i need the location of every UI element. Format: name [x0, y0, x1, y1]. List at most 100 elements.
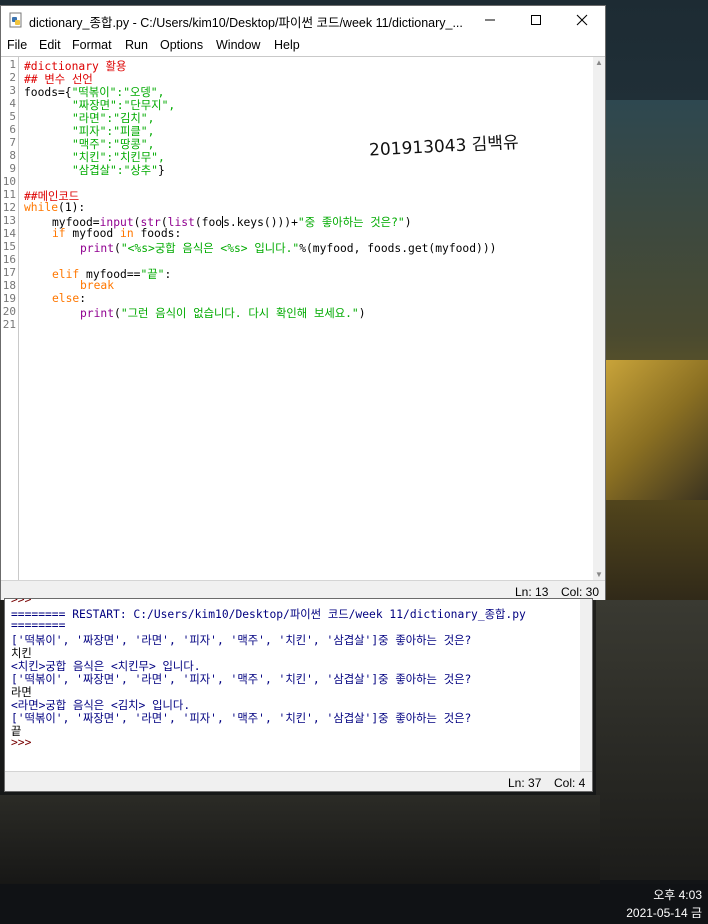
string-literal: "끝" — [140, 268, 165, 281]
code-line-12: while(1): — [24, 201, 85, 214]
maximize-icon — [531, 15, 541, 25]
code-text: foods: — [133, 227, 182, 240]
line-number: 10 — [2, 175, 16, 188]
string-literal: "삼겹살":"상추" — [72, 164, 158, 177]
close-icon — [576, 14, 588, 26]
shell-window[interactable]: >>> ======== RESTART: C:/Users/kim10/Des… — [4, 598, 593, 792]
close-button[interactable] — [559, 6, 605, 34]
code-text: (foo — [194, 216, 223, 229]
cursor-line: Ln: 13 — [515, 585, 549, 599]
line-number: 9 — [9, 162, 16, 175]
code-text: %(myfood, foods.get(myfood))) — [299, 242, 497, 255]
code-text: s.keys()))+ — [223, 216, 298, 229]
handwritten-signature: 201913043 김백유 — [369, 133, 520, 161]
editor-vertical-scrollbar[interactable]: ▲ ▼ — [593, 57, 605, 581]
line-number: 19 — [2, 292, 16, 305]
line-number: 11 — [2, 188, 16, 201]
menu-bar: File Edit Format Run Options Window Help — [1, 36, 605, 56]
code-text: myfood — [65, 227, 121, 240]
code-line-19: else: — [52, 292, 86, 305]
menu-format[interactable]: Format — [72, 38, 112, 52]
code-editor[interactable]: 1 2 3 4 5 6 7 8 9 10 11 12 13 14 15 16 1… — [1, 56, 605, 581]
keyword: if — [52, 227, 66, 240]
keyword: in — [120, 227, 134, 240]
code-line-14: if myfood in foods: — [52, 227, 181, 240]
code-text: : — [79, 292, 87, 305]
menu-edit[interactable]: Edit — [39, 38, 61, 52]
shell-prompt: >>> — [11, 599, 32, 606]
scroll-up-icon[interactable]: ▲ — [593, 57, 605, 69]
line-number: 16 — [2, 253, 16, 266]
line-number: 6 — [9, 123, 16, 136]
line-number: 8 — [9, 149, 16, 162]
line-number: 18 — [2, 279, 16, 292]
window-title: dictionary_종합.py - C:/Users/kim10/Deskto… — [29, 16, 463, 30]
shell-output[interactable]: >>> ======== RESTART: C:/Users/kim10/Des… — [11, 599, 571, 769]
minimize-icon — [485, 19, 495, 21]
maximize-button[interactable] — [513, 6, 559, 34]
minimize-button[interactable] — [467, 6, 513, 34]
editor-window: dictionary_종합.py - C:/Users/kim10/Deskto… — [0, 5, 606, 600]
string-literal: "<%s>궁합 음식은 <%s> 입니다." — [120, 242, 300, 255]
shell-line: ======== RESTART: C:/Users/kim10/Desktop… — [11, 608, 526, 621]
wallpaper-machine — [605, 360, 708, 500]
code-text: foods={ — [24, 86, 72, 99]
shell-line: ======== — [11, 619, 66, 632]
line-number: 17 — [2, 266, 16, 279]
line-number: 4 — [9, 97, 16, 110]
editor-titlebar[interactable]: dictionary_종합.py - C:/Users/kim10/Deskto… — [1, 6, 605, 34]
string-literal: "그런 음식이 없습니다. 다시 확인해 보세요." — [120, 307, 359, 320]
builtin: print — [80, 307, 115, 320]
shell-cursor-line: Ln: 37 — [508, 776, 542, 790]
code-text: ) — [358, 307, 366, 320]
line-number: 1 — [9, 58, 16, 71]
builtin: print — [80, 242, 115, 255]
code-text: } — [157, 164, 165, 177]
cursor-col: Col: 30 — [561, 585, 600, 599]
line-number: 21 — [2, 318, 16, 331]
keyword: break — [80, 279, 115, 292]
editor-status-bar: Ln: 13 Col: 30 — [1, 580, 605, 600]
code-line-18: break — [80, 279, 114, 292]
line-number: 7 — [9, 136, 16, 149]
clock-date: 2021-05-14 금 — [626, 906, 702, 920]
string-literal: "중 좋아하는 것은?" — [297, 216, 405, 229]
code-line-20: print("그런 음식이 없습니다. 다시 확인해 보세요.") — [80, 305, 366, 321]
code-line-15: print("<%s>궁합 음식은 <%s> 입니다."%(myfood, fo… — [80, 240, 496, 256]
keyword: while — [24, 201, 59, 214]
shell-line: ['떡볶이', '짜장면', '라면', '피자', '맥주', '치킨', '… — [11, 712, 472, 725]
line-number: 12 — [2, 201, 16, 214]
shell-status-bar: Ln: 37 Col: 4 — [5, 771, 592, 791]
code-line-9: "삼겹살":"상추"} — [72, 162, 165, 178]
line-number-gutter: 1 2 3 4 5 6 7 8 9 10 11 12 13 14 15 16 1… — [1, 57, 19, 581]
code-text: ( — [114, 307, 121, 320]
line-number: 5 — [9, 110, 16, 123]
code-text: ( — [114, 242, 121, 255]
line-number: 2 — [9, 71, 16, 84]
menu-window[interactable]: Window — [216, 38, 260, 52]
wallpaper-floor — [0, 795, 600, 884]
shell-vertical-scrollbar[interactable] — [580, 599, 592, 771]
signature-text: 201913043 김백유 — [369, 133, 520, 161]
clock-time: 오후 4:03 — [653, 888, 702, 902]
line-number: 14 — [2, 227, 16, 240]
code-text: ) — [404, 216, 412, 229]
wallpaper-shadow — [596, 600, 708, 880]
menu-help[interactable]: Help — [274, 38, 300, 52]
line-number: 15 — [2, 240, 16, 253]
line-number: 20 — [2, 305, 16, 318]
keyword: elif — [52, 268, 80, 281]
menu-file[interactable]: File — [7, 38, 27, 52]
shell-line: ['떡볶이', '짜장면', '라면', '피자', '맥주', '치킨', '… — [11, 634, 472, 647]
menu-options[interactable]: Options — [160, 38, 203, 52]
python-file-icon — [9, 12, 22, 28]
taskbar-clock[interactable]: 오후 4:03 2021-05-14 금 — [602, 886, 702, 922]
line-number: 13 — [2, 214, 16, 227]
code-text: (1): — [58, 201, 86, 214]
menu-run[interactable]: Run — [125, 38, 148, 52]
shell-line: ['떡볶이', '짜장면', '라면', '피자', '맥주', '치킨', '… — [11, 673, 472, 686]
keyword: else — [52, 292, 80, 305]
line-number: 3 — [9, 84, 16, 97]
shell-prompt: >>> — [11, 736, 32, 749]
shell-cursor-col: Col: 4 — [554, 776, 586, 790]
